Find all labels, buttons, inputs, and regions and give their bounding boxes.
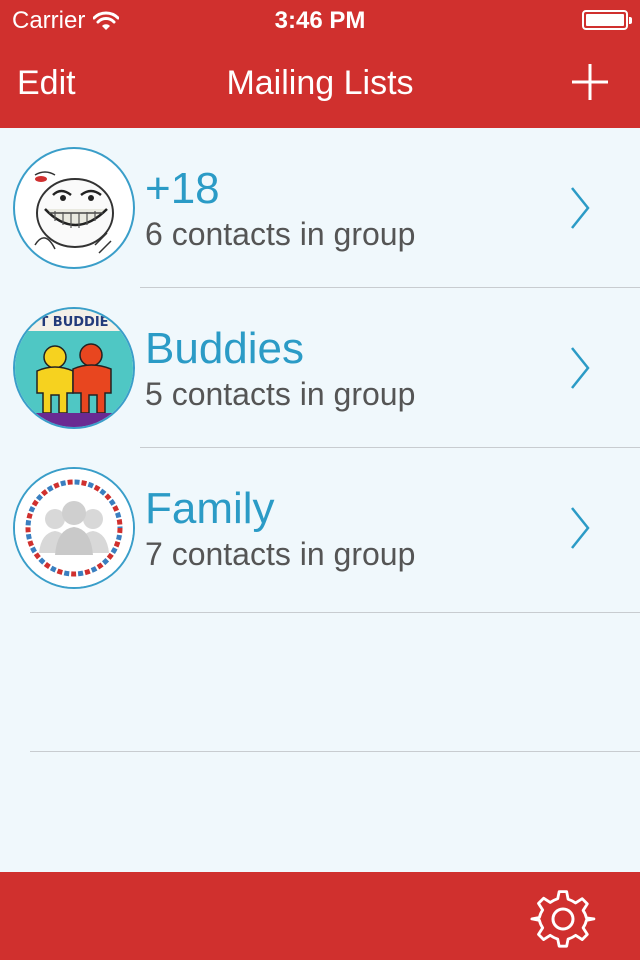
- group-contact-count: 5 contacts in group: [145, 376, 416, 412]
- buddies-avatar: T BUDDIE: [13, 307, 135, 429]
- group-contact-count: 7 contacts in group: [145, 536, 416, 572]
- chevron-right-icon: [571, 507, 590, 549]
- chevron-right-icon: [571, 187, 590, 229]
- troll-face-avatar: [13, 147, 135, 269]
- list-item[interactable]: Family 7 contacts in group: [0, 448, 640, 608]
- avatar-text: T BUDDIE: [39, 315, 108, 330]
- page-title: Mailing Lists: [226, 64, 414, 102]
- list-item[interactable]: +18 6 contacts in group: [0, 128, 640, 288]
- group-contact-count: 6 contacts in group: [145, 216, 416, 252]
- bottom-toolbar: [0, 872, 640, 960]
- status-bar: Carrier 3:46 PM: [0, 0, 640, 40]
- family-group-avatar: [13, 467, 135, 589]
- chevron-right-icon: [571, 347, 590, 389]
- group-name: +18: [145, 164, 220, 213]
- row-divider: [30, 751, 640, 752]
- status-time: 3:46 PM: [274, 7, 366, 34]
- edit-button[interactable]: Edit: [17, 64, 76, 103]
- group-name: Family: [145, 484, 275, 533]
- gear-icon[interactable]: [530, 886, 596, 952]
- list-item[interactable]: T BUDDIE Buddies 5 contacts in group: [0, 288, 640, 448]
- nav-bar: Edit Mailing Lists: [0, 40, 640, 128]
- top-bar: Carrier 3:46 PM Edit Mailing Lists: [0, 0, 640, 128]
- row-divider: [30, 612, 640, 613]
- plus-icon[interactable]: [570, 62, 610, 102]
- battery-icon: [582, 10, 632, 30]
- group-name: Buddies: [145, 324, 305, 373]
